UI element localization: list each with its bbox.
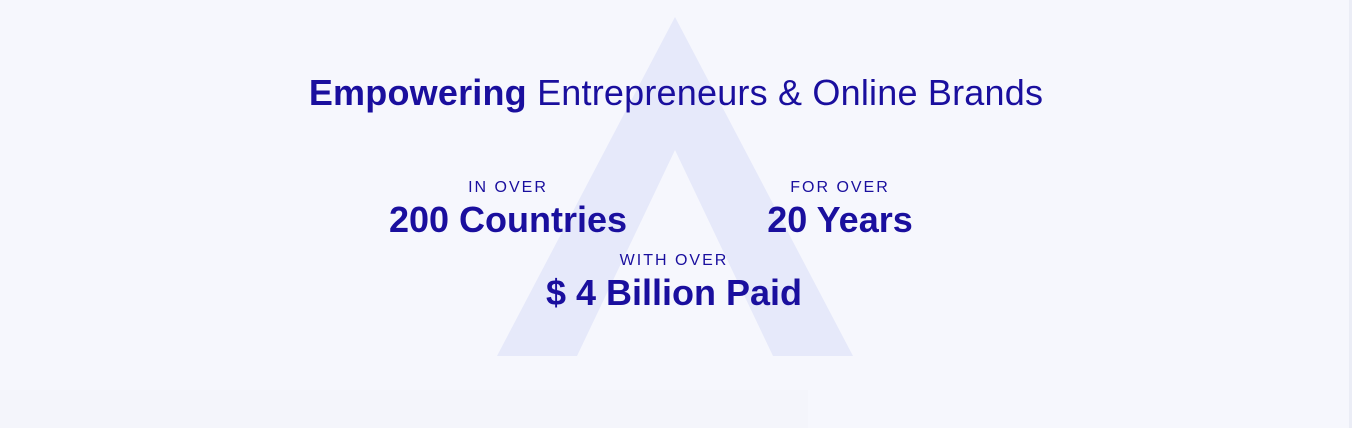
section-headline: Empowering Entrepreneurs & Online Brands: [0, 72, 1352, 114]
stat-countries: IN OVER 200 Countries: [358, 179, 658, 241]
triangle-logo-icon: [497, 17, 853, 356]
stat-value: $ 4 Billion Paid: [545, 272, 803, 313]
stats-section: Empowering Entrepreneurs & Online Brands…: [0, 0, 1352, 428]
stat-kicker: WITH OVER: [619, 252, 729, 269]
headline-rest: Entrepreneurs & Online Brands: [537, 72, 1044, 113]
stat-paid: WITH OVER $ 4 Billion Paid: [474, 252, 874, 314]
headline-emphasis: Empowering: [308, 72, 527, 113]
stat-kicker: IN OVER: [468, 179, 548, 196]
stat-value: 200 Countries: [388, 199, 628, 240]
stat-value: 20 Years: [767, 199, 913, 240]
stat-years: FOR OVER 20 Years: [690, 179, 990, 241]
bottom-band: [0, 390, 808, 428]
stat-kicker: FOR OVER: [790, 179, 890, 196]
